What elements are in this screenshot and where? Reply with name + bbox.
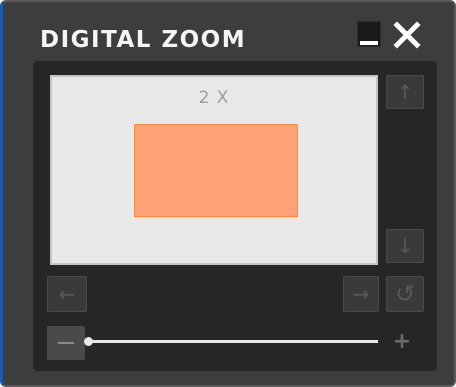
plus-icon: + bbox=[392, 329, 412, 354]
zoom-in-button[interactable]: + bbox=[387, 329, 417, 357]
reset-zoom-button[interactable]: ↺ bbox=[386, 276, 424, 312]
minimize-button[interactable] bbox=[357, 21, 381, 47]
pan-left-button[interactable]: ← bbox=[47, 276, 87, 312]
reset-rotate-icon: ↺ bbox=[394, 280, 416, 308]
window-title: DIGITAL ZOOM bbox=[40, 27, 247, 53]
minimize-icon bbox=[360, 41, 378, 45]
pan-down-button[interactable]: ↓ bbox=[386, 229, 424, 263]
zoom-level-label: 2 X bbox=[198, 88, 230, 108]
zoom-region[interactable] bbox=[134, 124, 298, 217]
arrow-left-icon: ← bbox=[58, 282, 76, 306]
close-x-icon bbox=[393, 21, 421, 49]
zoom-slider[interactable] bbox=[84, 337, 378, 346]
zoom-viewport[interactable]: 2 X bbox=[50, 75, 378, 265]
pan-up-button[interactable]: ↑ bbox=[386, 75, 424, 109]
arrow-down-icon: ↓ bbox=[396, 234, 414, 258]
arrow-up-icon: ↑ bbox=[396, 80, 414, 104]
arrow-right-icon: → bbox=[352, 282, 370, 306]
minus-icon: − bbox=[55, 328, 77, 358]
close-button[interactable] bbox=[390, 19, 424, 51]
pan-right-button[interactable]: → bbox=[343, 276, 379, 312]
zoom-slider-thumb[interactable] bbox=[84, 337, 93, 346]
zoom-out-button[interactable]: − bbox=[47, 326, 85, 360]
